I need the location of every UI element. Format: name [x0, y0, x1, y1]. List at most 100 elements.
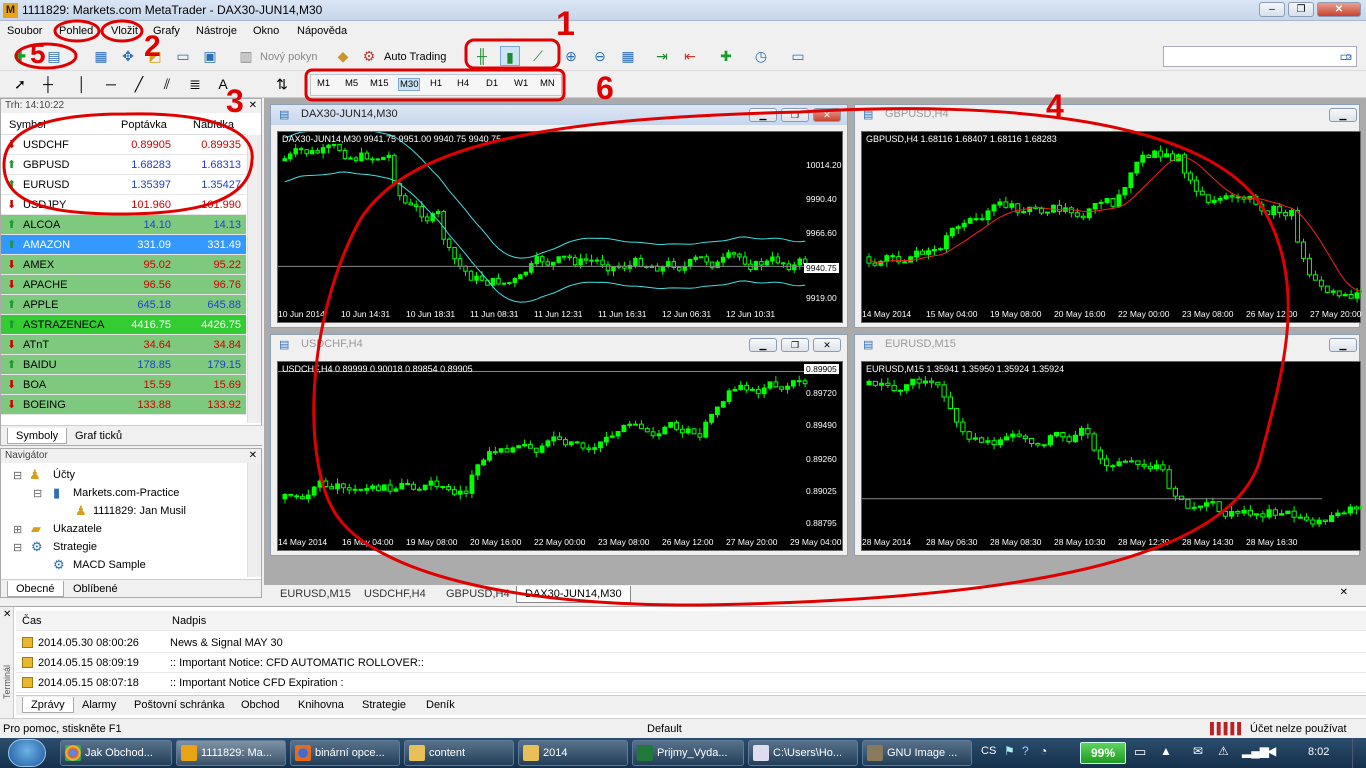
- fibonacci-icon[interactable]: ≣: [185, 74, 205, 94]
- battery-meter[interactable]: 99%: [1080, 742, 1126, 764]
- tab-news[interactable]: Zprávy: [22, 697, 74, 713]
- tray-icon[interactable]: ⚠: [1218, 744, 1229, 758]
- close-icon[interactable]: ✕: [3, 609, 11, 620]
- tray-icon[interactable]: ◔: [1040, 744, 1047, 758]
- tray-icon[interactable]: ✉: [1193, 744, 1203, 758]
- menu-file[interactable]: Soubor: [7, 25, 42, 37]
- line-chart-icon[interactable]: ⟋: [528, 46, 548, 66]
- close-button[interactable]: ✕: [813, 108, 841, 122]
- wifi-icon[interactable]: ▂▄▆: [1242, 744, 1269, 758]
- power-icon[interactable]: ▭: [1134, 744, 1146, 760]
- network-icon[interactable]: ⚑: [1004, 744, 1015, 758]
- quote-row[interactable]: ⬇ BOEING 133.88 133.92: [1, 395, 246, 415]
- timeframe-h1[interactable]: H1: [430, 78, 442, 89]
- minimize-button[interactable]: ▁: [1329, 108, 1357, 122]
- zoom-out-icon[interactable]: ⊖: [590, 46, 610, 66]
- tab-favorites[interactable]: Oblíbené: [65, 581, 126, 597]
- tab-library[interactable]: Knihovna: [290, 697, 352, 713]
- menu-help[interactable]: Nápověda: [297, 25, 347, 37]
- news-row[interactable]: 2014.05.30 08:00:26 News & Signal MAY 30: [16, 633, 1366, 653]
- volume-icon[interactable]: ◀: [1267, 744, 1276, 758]
- column-ask[interactable]: Nabídka: [193, 119, 234, 131]
- scrollbar[interactable]: [247, 463, 261, 577]
- scrollbar[interactable]: [247, 135, 261, 423]
- tab-usdchf[interactable]: USDCHF,H4: [356, 586, 434, 603]
- quote-row[interactable]: ⬇ AMEX 95.02 95.22: [1, 255, 246, 275]
- quote-row[interactable]: ⬇ APACHE 96.56 96.76: [1, 275, 246, 295]
- news-row[interactable]: 2014.05.15 08:07:18:: Important Notice C…: [16, 673, 1366, 693]
- auto-scroll-icon[interactable]: ⇥: [652, 46, 672, 66]
- meta-editor-icon[interactable]: ◆: [333, 46, 353, 66]
- close-icon[interactable]: ✕: [249, 100, 257, 111]
- timeframe-m1[interactable]: M1: [317, 78, 330, 89]
- quote-row[interactable]: ⬆ APPLE 645.18 645.88: [1, 295, 246, 315]
- column-title[interactable]: Nadpis: [172, 615, 206, 627]
- task-folder-2014[interactable]: 2014: [518, 740, 628, 766]
- indicators-icon[interactable]: ✚: [716, 46, 736, 66]
- nav-item-server[interactable]: Markets.com-Practice: [73, 487, 179, 499]
- chart-shift-icon[interactable]: ⇤: [680, 46, 700, 66]
- minimize-button[interactable]: ▁: [749, 338, 777, 352]
- timeframe-m30[interactable]: M30: [398, 78, 421, 91]
- column-time[interactable]: Čas: [22, 615, 42, 627]
- tab-tick-chart[interactable]: Graf ticků: [67, 428, 130, 444]
- quote-row[interactable]: ⬇ ATnT 34.64 34.84: [1, 335, 246, 355]
- close-icon[interactable]: ✕: [249, 450, 257, 461]
- minimize-button[interactable]: ▁: [1329, 338, 1357, 352]
- show-desktop-button[interactable]: [1352, 738, 1366, 768]
- menu-view[interactable]: Pohled: [59, 25, 93, 37]
- tab-gbpusd[interactable]: GBPUSD,H4: [438, 586, 518, 603]
- quote-row[interactable]: ⬆ BAIDU 178.85 179.15: [1, 355, 246, 375]
- restore-button[interactable]: ❐: [781, 338, 809, 352]
- tile-windows-icon[interactable]: ▦: [618, 46, 638, 66]
- bar-chart-icon[interactable]: ╫: [472, 46, 492, 66]
- task-folder-content[interactable]: content: [404, 740, 514, 766]
- zoom-in-icon[interactable]: ⊕: [561, 46, 581, 66]
- quote-row[interactable]: ⬆ ASTRAZENECA 4416.75 4426.75: [1, 315, 246, 335]
- language-indicator[interactable]: CS: [981, 745, 996, 757]
- nav-item-account[interactable]: 1111829: Jan Musil: [93, 505, 186, 517]
- templates-icon[interactable]: ▭: [788, 46, 808, 66]
- chart-canvas[interactable]: GBPUSD,H4 1.68116 1.68407 1.68116 1.6828…: [861, 131, 1362, 323]
- maximize-button[interactable]: ❐: [1288, 2, 1314, 17]
- minimize-button[interactable]: ▁: [749, 108, 777, 122]
- expand-icon[interactable]: ⊟: [13, 541, 22, 554]
- tab-dax[interactable]: DAX30-JUN14,M30: [516, 586, 631, 603]
- quote-row[interactable]: ⬇ BOA 15.59 15.69: [1, 375, 246, 395]
- quote-row[interactable]: ⬇ USDCHF 0.89905 0.89935: [1, 135, 246, 155]
- nav-item-accounts[interactable]: Účty: [53, 469, 75, 481]
- text-icon[interactable]: A: [213, 74, 233, 94]
- column-bid[interactable]: Poptávka: [121, 119, 167, 131]
- column-symbol[interactable]: Symbol: [9, 119, 46, 131]
- tab-strategies[interactable]: Strategie: [354, 697, 414, 713]
- profiles-icon[interactable]: ▤: [44, 46, 64, 66]
- channel-icon[interactable]: ⫽: [157, 74, 177, 94]
- tab-trade[interactable]: Obchod: [233, 697, 288, 713]
- timeframe-w1[interactable]: W1: [514, 78, 528, 89]
- chat-icon[interactable]: ▭: [1336, 46, 1356, 66]
- candlestick-icon[interactable]: ▮: [500, 46, 520, 66]
- menu-tools[interactable]: Nástroje: [196, 25, 237, 37]
- new-chart-icon[interactable]: ✚: [10, 46, 30, 66]
- timeframe-m15[interactable]: M15: [370, 78, 388, 89]
- tab-mailbox[interactable]: Poštovní schránka: [126, 697, 233, 713]
- periods-icon[interactable]: ◷: [751, 46, 771, 66]
- help-icon[interactable]: ?: [1022, 744, 1029, 758]
- quote-row[interactable]: ⬆ EURUSD 1.35397 1.35427: [1, 175, 246, 195]
- crosshair-icon[interactable]: ┼: [38, 74, 58, 94]
- trendline-icon[interactable]: ╱: [129, 74, 149, 94]
- tab-journal[interactable]: Deník: [418, 697, 463, 713]
- tab-alerts[interactable]: Alarmy: [74, 697, 124, 713]
- new-order-button[interactable]: Nový pokyn: [260, 51, 317, 63]
- minimize-button[interactable]: –: [1259, 2, 1285, 17]
- chart-canvas[interactable]: DAX30-JUN14,M30 9941.75 9951.00 9940.75 …: [277, 131, 843, 323]
- timeframe-m5[interactable]: M5: [345, 78, 358, 89]
- arrows-icon[interactable]: ⇅: [272, 74, 292, 94]
- new-order-icon[interactable]: ▥: [236, 46, 256, 66]
- tray-arrow-icon[interactable]: ▲: [1160, 744, 1172, 758]
- horizontal-line-icon[interactable]: ─: [101, 74, 121, 94]
- chart-window-eurusd[interactable]: EURUSD,M15 ▤ ▁ EURUSD,M15 1.35941 1.3595…: [854, 334, 1362, 556]
- task-chrome[interactable]: Jak Obchod...: [60, 740, 172, 766]
- chart-window-usdchf[interactable]: USDCHF,H4 ▤ ▁ ❐ ✕ USDCHF,H4 0.89999 0.90…: [270, 334, 848, 556]
- auto-trading-icon[interactable]: ⚙: [359, 46, 379, 66]
